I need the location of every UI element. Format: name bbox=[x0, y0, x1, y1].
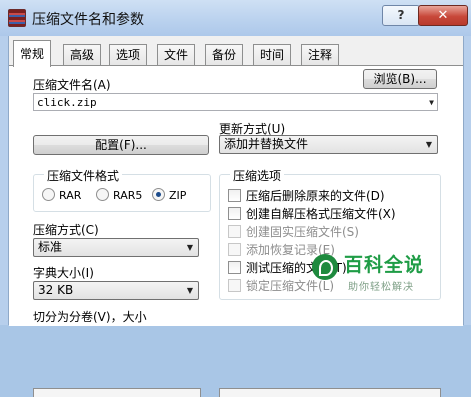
checkbox-icon[interactable] bbox=[228, 207, 241, 220]
checkbox-icon bbox=[228, 225, 241, 238]
radio-icon[interactable] bbox=[42, 188, 55, 201]
window-frame-right bbox=[463, 36, 471, 325]
title-bar: 压缩文件名和参数 ? ✕ bbox=[0, 0, 471, 37]
tab-options[interactable]: 选项 bbox=[109, 44, 148, 65]
checkbox-icon bbox=[228, 279, 241, 292]
profiles-button[interactable]: 配置(F)... bbox=[33, 135, 209, 155]
window-frame-left bbox=[0, 36, 9, 325]
close-button[interactable]: ✕ bbox=[418, 5, 468, 26]
chevron-down-icon: ▼ bbox=[186, 243, 193, 252]
compression-method-select[interactable]: 标准 ▼ bbox=[33, 238, 199, 257]
site-watermark: 百科全说 助你轻松解决 bbox=[312, 248, 442, 298]
tab-time[interactable]: 时间 bbox=[253, 44, 292, 65]
update-mode-select[interactable]: 添加并替换文件 ▼ bbox=[219, 135, 438, 154]
chevron-down-icon[interactable]: ▼ bbox=[429, 94, 434, 112]
lower-panel-edge bbox=[219, 388, 441, 397]
update-mode-value: 添加并替换文件 bbox=[224, 137, 309, 151]
radio-icon[interactable] bbox=[96, 188, 109, 201]
archive-format-group: 压缩文件格式 RAR RAR5 ZIP bbox=[33, 167, 211, 212]
option-delete-files[interactable]: 压缩后删除原来的文件(D) bbox=[228, 187, 385, 204]
option-create-sfx[interactable]: 创建自解压格式压缩文件(X) bbox=[228, 205, 396, 222]
chevron-down-icon: ▼ bbox=[186, 286, 193, 295]
format-radio-rar5[interactable]: RAR5 bbox=[96, 188, 142, 202]
format-radio-rar[interactable]: RAR bbox=[42, 188, 81, 202]
watermark-logo-icon bbox=[312, 254, 338, 280]
checkbox-icon bbox=[228, 243, 241, 256]
tab-advanced[interactable]: 高级 bbox=[63, 44, 102, 65]
window-title: 压缩文件名和参数 bbox=[32, 12, 144, 28]
archive-name-label: 压缩文件名(A) bbox=[33, 78, 111, 92]
watermark-subtitle: 助你轻松解决 bbox=[348, 282, 414, 293]
dictionary-size-select[interactable]: 32 KB ▼ bbox=[33, 281, 199, 300]
option-create-solid: 创建固实压缩文件(S) bbox=[228, 223, 359, 240]
dictionary-size-label: 字典大小(I) bbox=[33, 266, 94, 280]
chevron-down-icon: ▼ bbox=[425, 140, 432, 149]
format-radio-zip[interactable]: ZIP bbox=[152, 188, 186, 202]
archive-name-input[interactable]: click.zip ▼ bbox=[33, 93, 438, 111]
tab-bar: 常规 高级 选项 文件 备份 时间 注释 bbox=[9, 36, 463, 67]
archive-name-value: click.zip bbox=[37, 96, 97, 109]
winrar-app-icon bbox=[8, 9, 26, 27]
tab-general[interactable]: 常规 bbox=[13, 40, 52, 67]
archive-format-title: 压缩文件格式 bbox=[44, 167, 123, 184]
help-button[interactable]: ? bbox=[382, 5, 420, 26]
radio-checked-icon[interactable] bbox=[152, 188, 165, 201]
split-size-input[interactable] bbox=[33, 388, 201, 397]
browse-button[interactable]: 浏览(B)... bbox=[363, 69, 437, 89]
tab-backup[interactable]: 备份 bbox=[205, 44, 244, 65]
archiving-options-title: 压缩选项 bbox=[230, 167, 285, 184]
dictionary-size-value: 32 KB bbox=[38, 283, 74, 297]
checkbox-icon[interactable] bbox=[228, 189, 241, 202]
compression-method-label: 压缩方式(C) bbox=[33, 223, 99, 237]
tab-comment[interactable]: 注释 bbox=[301, 44, 340, 65]
watermark-title: 百科全说 bbox=[344, 254, 425, 276]
split-volumes-label: 切分为分卷(V)，大小 bbox=[33, 310, 147, 324]
compression-method-value: 标准 bbox=[38, 240, 63, 254]
tab-files[interactable]: 文件 bbox=[157, 44, 196, 65]
checkbox-icon[interactable] bbox=[228, 261, 241, 274]
